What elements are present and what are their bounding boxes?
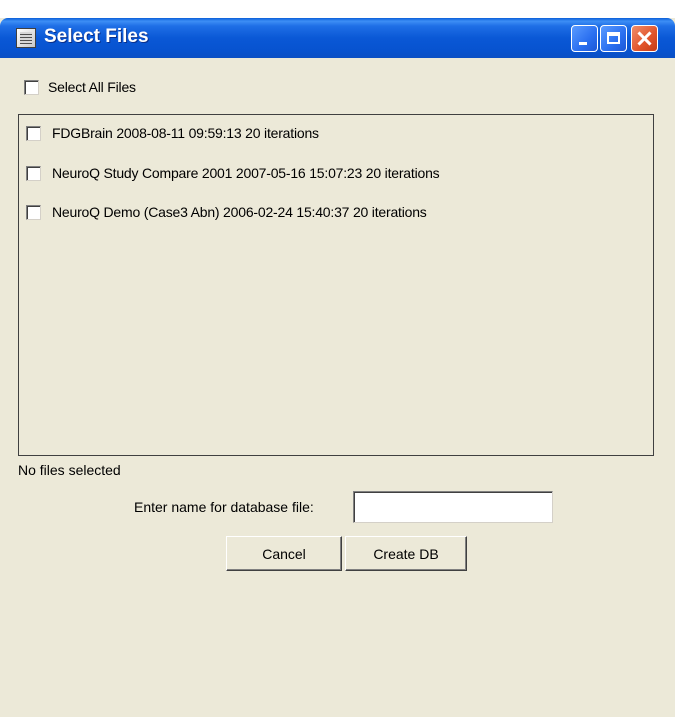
create-db-button[interactable]: Create DB [345, 536, 467, 571]
app-window-icon[interactable] [16, 28, 36, 48]
file-checkbox-neuroq-study-compare[interactable] [26, 166, 41, 181]
select-all-checkbox[interactable] [24, 80, 39, 95]
status-text: No files selected [18, 462, 121, 478]
window-title: Select Files [44, 26, 149, 47]
select-all-label[interactable]: Select All Files [48, 79, 136, 95]
file-label-fdgbrain[interactable]: FDGBrain 2008-08-11 09:59:13 20 iteratio… [52, 125, 319, 141]
desktop-strip [0, 0, 675, 18]
db-name-label: Enter name for database file: [134, 499, 314, 515]
file-label-neuroq-demo[interactable]: NeuroQ Demo (Case3 Abn) 2006-02-24 15:40… [52, 204, 427, 220]
db-name-input[interactable] [353, 491, 553, 523]
maximize-button[interactable] [600, 25, 627, 52]
close-button[interactable] [631, 25, 658, 52]
cancel-button[interactable]: Cancel [226, 536, 342, 571]
minimize-button[interactable] [571, 25, 598, 52]
file-checkbox-fdgbrain[interactable] [26, 126, 41, 141]
title-bar[interactable]: Select Files [0, 18, 675, 58]
file-label-neuroq-study-compare[interactable]: NeuroQ Study Compare 2001 2007-05-16 15:… [52, 165, 440, 181]
file-checkbox-neuroq-demo[interactable] [26, 205, 41, 220]
